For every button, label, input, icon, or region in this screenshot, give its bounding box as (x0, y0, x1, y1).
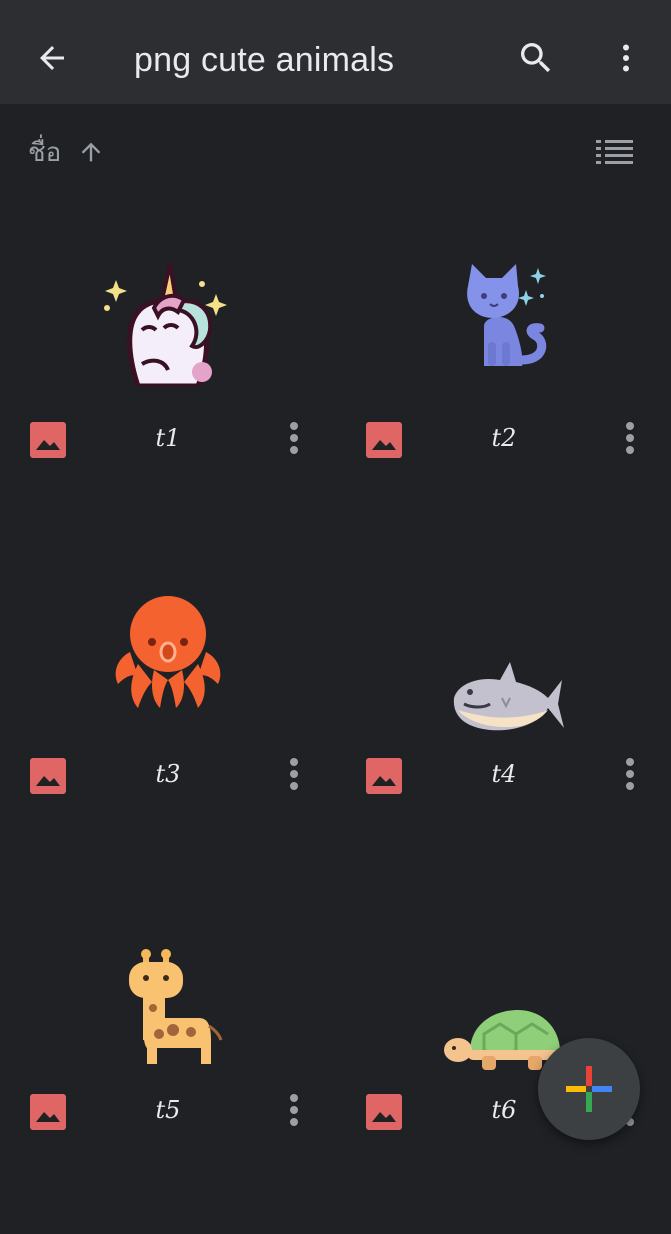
app-bar: png cute animals (0, 0, 671, 104)
search-button[interactable] (506, 28, 566, 88)
octopus-image (115, 596, 221, 708)
giraffe-image (129, 949, 223, 1064)
arrow-up-icon (81, 142, 101, 162)
file-name: t1 (155, 424, 181, 452)
sort-label: ชื่อ (28, 136, 62, 167)
file-name: t5 (155, 1096, 181, 1124)
file-more-button[interactable] (278, 418, 310, 458)
image-file-icon (366, 1094, 402, 1130)
list-view-button[interactable] (592, 132, 638, 172)
file-more-button[interactable] (278, 754, 310, 794)
more-vert-icon (290, 1094, 298, 1126)
shark-image (453, 662, 564, 731)
more-vert-icon (626, 422, 634, 454)
more-vert-icon (626, 758, 634, 790)
new-item-fab[interactable] (538, 1038, 640, 1140)
file-card[interactable]: t2 (336, 226, 671, 562)
file-name: t2 (491, 424, 517, 452)
search-icon (521, 43, 551, 73)
file-more-button[interactable] (614, 754, 646, 794)
file-name: t6 (491, 1096, 517, 1124)
image-file-icon (366, 758, 402, 794)
back-button[interactable] (22, 28, 82, 88)
file-more-button[interactable] (614, 418, 646, 458)
more-vert-icon (290, 758, 298, 790)
image-file-icon (30, 422, 66, 458)
arrow-back-icon (40, 46, 64, 70)
file-thumbnail (0, 898, 336, 1078)
image-file-icon (30, 1094, 66, 1130)
list-view-icon (596, 140, 633, 164)
image-file-icon (30, 758, 66, 794)
plus-multicolor-icon (566, 1066, 612, 1112)
file-card[interactable]: t1 (0, 226, 336, 562)
file-card[interactable]: t5 (0, 898, 336, 1234)
file-card[interactable]: t3 (0, 562, 336, 898)
sort-by-name-button[interactable]: ชื่อ (28, 132, 105, 172)
file-card[interactable]: t4 (336, 562, 671, 898)
cat-image (467, 264, 547, 366)
file-thumbnail (336, 562, 671, 742)
file-thumbnail (0, 562, 336, 742)
search-query-title[interactable]: png cute animals (134, 38, 394, 82)
more-vert-icon (623, 44, 629, 72)
more-options-button[interactable] (596, 28, 656, 88)
file-name: t4 (491, 760, 517, 788)
file-name: t3 (155, 760, 181, 788)
file-thumbnail (336, 226, 671, 406)
file-more-button[interactable] (278, 1090, 310, 1130)
sort-bar: ชื่อ (0, 104, 671, 194)
image-file-icon (366, 422, 402, 458)
more-vert-icon (290, 422, 298, 454)
file-thumbnail (0, 226, 336, 406)
unicorn-image (104, 263, 227, 386)
